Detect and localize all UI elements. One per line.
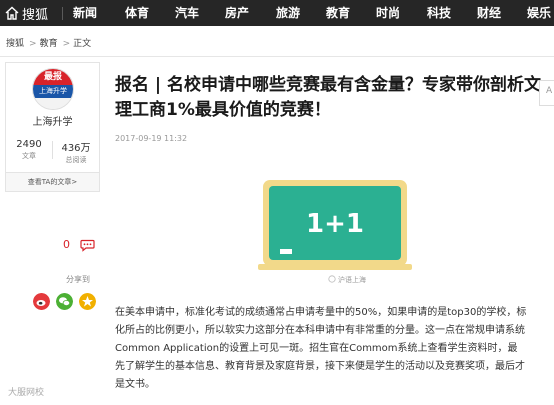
chalkboard-illustration: 1+1 沪语上海 xyxy=(258,180,412,284)
comment-icon[interactable] xyxy=(80,239,95,252)
nav-item-travel[interactable]: 旅游 xyxy=(276,0,300,26)
brand-label: 搜狐 xyxy=(22,7,49,23)
nav-item-tech[interactable]: 科技 xyxy=(427,0,451,26)
nav-item-realestate[interactable]: 房产 xyxy=(225,0,249,26)
article-body: 在美本申请中，标准化考试的成绩通常占申请考量中的50%，如果申请的是top30的… xyxy=(115,307,527,390)
board-caption: 沪语上海 xyxy=(338,275,366,284)
views-stat: 436万 总阅读 xyxy=(53,139,99,165)
right-edge-widget[interactable]: A xyxy=(539,80,554,106)
articles-stat: 2490 文章 xyxy=(6,139,52,161)
author-card: 最报 上海升学 上海升学 2490 文章 436万 总阅读 查看TA的文章> xyxy=(5,62,100,192)
like-count[interactable]: 0 xyxy=(63,238,70,251)
nav-item-education[interactable]: 教育 xyxy=(326,0,350,26)
author-name[interactable]: 上海升学 xyxy=(6,113,99,128)
avatar[interactable]: 最报 上海升学 xyxy=(32,68,74,110)
wechat-share-icon[interactable] xyxy=(56,293,73,310)
articles-label: 文章 xyxy=(22,152,36,160)
chalk-piece xyxy=(280,249,292,254)
header-divider xyxy=(0,56,554,57)
nav-item-sports[interactable]: 体育 xyxy=(125,0,149,26)
nav-item-auto[interactable]: 汽车 xyxy=(175,0,199,26)
article-date: 2017-09-19 11:32 xyxy=(115,134,188,143)
avatar-mid-label: 上海升学 xyxy=(33,85,73,98)
breadcrumb-sep: > xyxy=(62,39,71,49)
breadcrumb: 搜狐 > 教育 > 正文 xyxy=(6,36,93,49)
avatar-footer xyxy=(33,98,73,109)
article-title: 报名 | 名校申请中哪些竞赛最有含金量？专家带你剖析文理工商1%最具价值的竞赛！ xyxy=(115,75,542,120)
avatar-top-label: 最报 xyxy=(33,69,73,85)
articles-count: 2490 xyxy=(16,139,42,150)
caption-logo-icon xyxy=(328,275,336,283)
right-edge-label: A xyxy=(546,86,553,96)
article-image: 1+1 沪语上海 xyxy=(250,170,420,290)
breadcrumb-sep: > xyxy=(29,39,37,49)
share-label: 分享到 xyxy=(66,275,90,284)
views-count: 436万 xyxy=(61,143,91,154)
watermark: 大服网校 xyxy=(8,388,45,398)
home-icon xyxy=(5,6,19,20)
weibo-share-icon[interactable] xyxy=(33,293,50,310)
nav-item-fashion[interactable]: 时尚 xyxy=(376,0,400,26)
top-nav: 搜狐 新闻 体育 汽车 房产 旅游 教育 时尚 科技 财经 娱乐 xyxy=(0,0,554,26)
breadcrumb-current: 正文 xyxy=(73,39,92,49)
nav-divider xyxy=(62,7,63,20)
nav-item-entertainment[interactable]: 娱乐 xyxy=(527,0,551,26)
views-label: 总阅读 xyxy=(65,156,87,164)
board-text: 1+1 xyxy=(306,209,364,239)
qzone-share-icon[interactable] xyxy=(79,293,96,310)
nav-item-finance[interactable]: 财经 xyxy=(477,0,501,26)
breadcrumb-home[interactable]: 搜狐 xyxy=(6,39,24,49)
nav-item-news[interactable]: 新闻 xyxy=(73,0,97,26)
view-all-articles-link[interactable]: 查看TA的文章> xyxy=(6,172,99,191)
breadcrumb-education[interactable]: 教育 xyxy=(40,39,58,49)
sohu-home-link[interactable]: 搜狐 xyxy=(5,4,49,23)
